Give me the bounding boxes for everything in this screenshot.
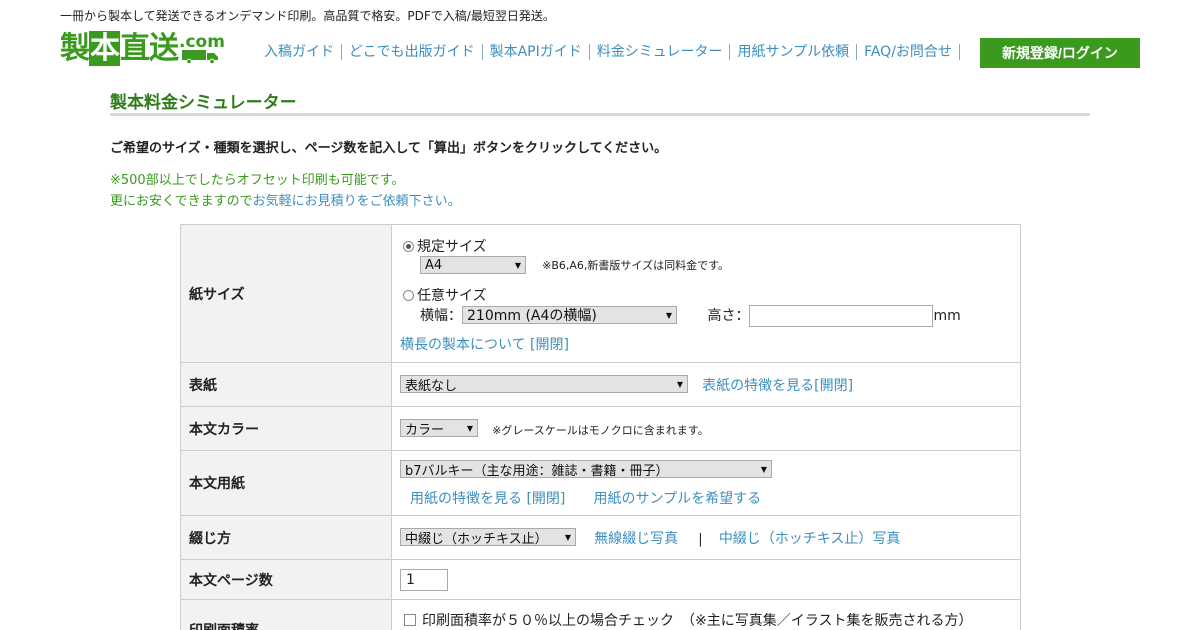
register-login-button[interactable]: 新規登録/ログイン — [980, 38, 1140, 68]
site-logo[interactable]: 製本直送 .com — [60, 30, 225, 66]
standard-size-radio[interactable] — [403, 241, 414, 252]
body-color-select[interactable]: カラー ▼ — [400, 419, 478, 438]
nav-price-simulator[interactable]: 料金シミュレーター — [590, 44, 731, 60]
cover-select[interactable]: 表紙なし ▼ — [400, 375, 688, 394]
body-paper-select[interactable]: b7バルキー（主な用途：雑誌・書籍・冊子） ▼ — [400, 460, 772, 479]
print-area-checkbox-label: 印刷面積率が５０％以上の場合チェック （※主に写真集／イラスト集を販売される方） — [422, 613, 973, 629]
quote-note: 更にお安くできますのでお気軽にお見積りをご依頼下さい。 — [110, 190, 461, 209]
simulator-form-table: 紙サイズ 規定サイズ A4 ▼ ※B6,A6,新書版サイズは同料金です。 任意サイ… — [180, 224, 1021, 630]
standard-size-select[interactable]: A4 ▼ — [420, 256, 526, 274]
cover-label: 表紙 — [180, 362, 392, 407]
row-body-paper: 本文用紙 b7バルキー（主な用途：雑誌・書籍・冊子） ▼ 用紙の特徴を見る [開閉… — [180, 450, 1021, 516]
width-label: 横幅： — [420, 308, 462, 324]
paper-size-label: 紙サイズ — [180, 224, 392, 363]
binding-label: 綴じ方 — [180, 515, 392, 560]
print-area-checkbox[interactable] — [404, 614, 416, 626]
print-area-label: 印刷面積率 — [180, 599, 392, 630]
height-unit: mm — [933, 308, 961, 324]
body-paper-label: 本文用紙 — [180, 450, 392, 516]
nav-api-guide[interactable]: 製本APIガイド — [483, 44, 590, 60]
standard-size-note: ※B6,A6,新書版サイズは同料金です。 — [542, 258, 729, 272]
height-input[interactable] — [749, 305, 934, 327]
row-binding: 綴じ方 中綴じ（ホッチキス止） ▼ 無線綴じ写真 | 中綴じ（ホッチキス止）写真 — [180, 515, 1021, 560]
custom-size-radio[interactable] — [403, 290, 414, 301]
landscape-binding-link[interactable]: 横長の製本について [開閉] — [400, 337, 569, 353]
height-label: 高さ： — [707, 308, 750, 324]
truck-icon — [182, 50, 218, 64]
width-select[interactable]: 210mm (A4の横幅) ▼ — [462, 306, 677, 324]
chevron-down-icon: ▼ — [760, 464, 767, 474]
binding-select[interactable]: 中綴じ（ホッチキス止） ▼ — [400, 528, 576, 547]
paper-sample-request-link[interactable]: 用紙のサンプルを希望する — [594, 491, 762, 507]
offset-note: ※500部以上でしたらオフセット印刷も可能です。 — [110, 173, 405, 188]
cover-features-link[interactable]: 表紙の特徴を見る[開閉] — [702, 378, 853, 394]
row-cover: 表紙 表紙なし ▼ 表紙の特徴を見る[開閉] — [180, 362, 1021, 407]
standard-size-label: 規定サイズ — [417, 239, 487, 255]
site-tagline: 一冊から製本して発送できるオンデマンド印刷。高品質で格安。PDFで入稿/最短翌日… — [60, 9, 555, 23]
row-page-count: 本文ページ数 1 — [180, 559, 1021, 600]
body-color-label: 本文カラー — [180, 406, 392, 451]
instruction-text: ご希望のサイズ・種類を選択し、ページ数を記入して「算出」ボタンをクリックしてくだ… — [110, 141, 668, 156]
main-nav: 入稿ガイド どこでも出版ガイド 製本APIガイド 料金シミュレーター 用紙サンプ… — [257, 44, 960, 60]
chevron-down-icon: ▼ — [564, 532, 571, 542]
page-title: 製本料金シミュレーター — [110, 88, 1090, 116]
chevron-down-icon: ▼ — [514, 260, 521, 270]
chevron-down-icon: ▼ — [466, 423, 473, 433]
logo-text-part1: 製本直送 — [60, 31, 179, 66]
row-body-color: 本文カラー カラー ▼ ※グレースケールはモノクロに含まれます。 — [180, 406, 1021, 451]
custom-size-label: 任意サイズ — [417, 288, 487, 304]
row-print-area: 印刷面積率 印刷面積率が５０％以上の場合チェック （※主に写真集／イラスト集を販… — [180, 599, 1021, 630]
saddle-stitch-photo-link[interactable]: 中綴じ（ホッチキス止）写真 — [719, 531, 901, 547]
page-count-input[interactable]: 1 — [400, 568, 448, 591]
page-count-label: 本文ページ数 — [180, 559, 392, 600]
paper-features-link[interactable]: 用紙の特徴を見る [開閉] — [410, 491, 565, 507]
nav-upload-guide[interactable]: 入稿ガイド — [257, 44, 342, 60]
row-paper-size: 紙サイズ 規定サイズ A4 ▼ ※B6,A6,新書版サイズは同料金です。 任意サイ… — [180, 224, 1021, 363]
standard-size-option[interactable]: 規定サイズ — [403, 236, 487, 256]
custom-size-option[interactable]: 任意サイズ — [403, 285, 487, 305]
quote-request-link[interactable]: お気軽にお見積りをご依頼下さい。 — [253, 194, 461, 209]
chevron-down-icon: ▼ — [665, 310, 672, 320]
perfect-binding-photo-link[interactable]: 無線綴じ写真 — [594, 531, 678, 547]
nav-publish-guide[interactable]: どこでも出版ガイド — [342, 44, 483, 60]
chevron-down-icon: ▼ — [676, 379, 683, 389]
quote-note-prefix: 更にお安くできますので — [110, 194, 253, 209]
body-color-note: ※グレースケールはモノクロに含まれます。 — [492, 423, 709, 437]
nav-faq-contact[interactable]: FAQ/お問合せ — [857, 44, 960, 60]
nav-paper-sample[interactable]: 用紙サンプル依頼 — [730, 44, 858, 60]
link-separator: | — [698, 531, 703, 547]
